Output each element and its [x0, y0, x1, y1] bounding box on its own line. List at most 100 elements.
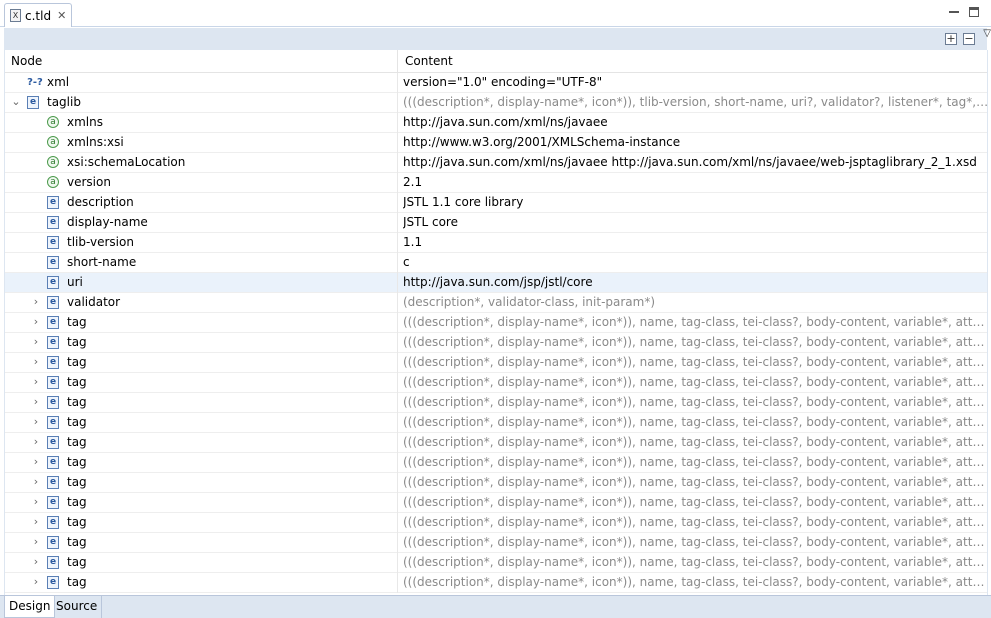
- tree-row[interactable]: a xsi:schemaLocation http://java.sun.com/x…: [5, 153, 987, 173]
- tree-node-cell: e short-name: [5, 253, 398, 273]
- tree-node-label: tag: [67, 555, 87, 569]
- tree-content-cell[interactable]: (((description*, display-name*, icon*)),…: [403, 553, 987, 573]
- chevron-right-icon[interactable]: ›: [31, 416, 41, 428]
- view-menu-icon[interactable]: ▽: [983, 28, 991, 39]
- tree-content-cell[interactable]: (((description*, display-name*, icon*)),…: [403, 393, 987, 413]
- tree-row[interactable]: › e tag (((description*, display-name*, ico…: [5, 553, 987, 573]
- tree-content-cell[interactable]: (((description*, display-name*, icon*)),…: [403, 573, 987, 593]
- tree-node-cell: › e tag: [5, 473, 398, 493]
- chevron-right-icon[interactable]: ›: [31, 516, 41, 528]
- tree-row[interactable]: e short-name c: [5, 253, 987, 273]
- tree-row[interactable]: › e tag (((description*, display-name*, ico…: [5, 333, 987, 353]
- tree-row[interactable]: e uri http://java.sun.com/jsp/jstl/core: [5, 273, 987, 293]
- column-header-content[interactable]: Content: [399, 50, 987, 73]
- element-icon: e: [47, 536, 59, 549]
- tab-design[interactable]: Design: [4, 596, 56, 618]
- tree-row[interactable]: › e tag (((description*, display-name*, ico…: [5, 313, 987, 333]
- tree-content-cell[interactable]: (((description*, display-name*, icon*)),…: [403, 533, 987, 553]
- tree-content-cell[interactable]: http://java.sun.com/jsp/jstl/core: [403, 273, 987, 293]
- tree-content-cell[interactable]: (((description*, display-name*, icon*)),…: [403, 313, 987, 333]
- tree-row[interactable]: › e tag (((description*, display-name*, ico…: [5, 453, 987, 473]
- element-icon: e: [47, 516, 59, 529]
- tree-row[interactable]: e description JSTL 1.1 core library: [5, 193, 987, 213]
- tree-content-cell[interactable]: (((description*, display-name*, icon*)),…: [403, 373, 987, 393]
- tree-row[interactable]: › e tag (((description*, display-name*, ico…: [5, 493, 987, 513]
- chevron-right-icon[interactable]: ›: [31, 336, 41, 348]
- tree-node-cell: e tlib-version: [5, 233, 398, 253]
- tree-row[interactable]: a version 2.1: [5, 173, 987, 193]
- chevron-right-icon[interactable]: ›: [31, 396, 41, 408]
- tree-node-cell: › e tag: [5, 313, 398, 333]
- tree-row[interactable]: › e tag (((description*, display-name*, ico…: [5, 353, 987, 373]
- tree-content-cell[interactable]: (description*, validator-class, init-par…: [403, 293, 987, 313]
- element-icon: e: [47, 256, 59, 269]
- tree-content-cell[interactable]: http://java.sun.com/xml/ns/javaee http:/…: [403, 153, 987, 173]
- tree-content-cell[interactable]: (((description*, display-name*, icon*)),…: [403, 413, 987, 433]
- element-icon: e: [47, 396, 59, 409]
- element-icon: e: [47, 296, 59, 309]
- tree-content-cell[interactable]: (((description*, display-name*, icon*)),…: [403, 93, 987, 113]
- tree-row[interactable]: › e tag (((description*, display-name*, ico…: [5, 433, 987, 453]
- expand-all-icon[interactable]: +: [945, 33, 957, 45]
- tree-content-cell[interactable]: (((description*, display-name*, icon*)),…: [403, 333, 987, 353]
- tree-row[interactable]: › e tag (((description*, display-name*, ico…: [5, 373, 987, 393]
- processing-instruction-icon: ?-?: [27, 77, 43, 88]
- tree-node-cell: › e tag: [5, 533, 398, 553]
- editor-tab-c-tld[interactable]: X c.tld ✕: [4, 3, 72, 27]
- tree-row[interactable]: › e tag (((description*, display-name*, ico…: [5, 533, 987, 553]
- tree-content-cell[interactable]: http://java.sun.com/xml/ns/javaee: [403, 113, 987, 133]
- chevron-right-icon[interactable]: ›: [31, 456, 41, 468]
- tree-content-cell[interactable]: (((description*, display-name*, icon*)),…: [403, 473, 987, 493]
- tree-row[interactable]: a xmlns http://java.sun.com/xml/ns/javaee: [5, 113, 987, 133]
- tree-row[interactable]: › e tag (((description*, display-name*, ico…: [5, 513, 987, 533]
- tree-node-cell: a xmlns:xsi: [5, 133, 398, 153]
- tree-row[interactable]: › e tag (((description*, display-name*, ico…: [5, 473, 987, 493]
- tree-content-cell[interactable]: (((description*, display-name*, icon*)),…: [403, 513, 987, 533]
- tree-row[interactable]: a xmlns:xsi http://www.w3.org/2001/XMLSche…: [5, 133, 987, 153]
- tree-row[interactable]: ⌄ e taglib (((description*, display-name*, …: [5, 93, 987, 113]
- chevron-right-icon[interactable]: ›: [31, 556, 41, 568]
- tree-content-cell[interactable]: (((description*, display-name*, icon*)),…: [403, 353, 987, 373]
- tab-source[interactable]: Source: [52, 596, 103, 618]
- tree-row[interactable]: › e tag (((description*, display-name*, ico…: [5, 573, 987, 593]
- tree-node-cell: › e tag: [5, 333, 398, 353]
- chevron-right-icon[interactable]: ›: [31, 496, 41, 508]
- tree-row[interactable]: e display-name JSTL core: [5, 213, 987, 233]
- collapse-all-icon[interactable]: −: [963, 33, 975, 45]
- tree-content-cell[interactable]: c: [403, 253, 987, 273]
- tree-row[interactable]: e tlib-version 1.1: [5, 233, 987, 253]
- tree-row[interactable]: › e validator (description*, validator-clas…: [5, 293, 987, 313]
- tree-content-cell[interactable]: JSTL core: [403, 213, 987, 233]
- chevron-right-icon[interactable]: ›: [31, 536, 41, 548]
- maximize-icon[interactable]: [969, 7, 979, 17]
- editor-tab-label: c.tld: [25, 8, 52, 23]
- chevron-right-icon[interactable]: ›: [31, 376, 41, 388]
- column-header-node[interactable]: Node: [5, 50, 398, 73]
- tree-content-cell[interactable]: JSTL 1.1 core library: [403, 193, 987, 213]
- tree-node-cell: › e tag: [5, 413, 398, 433]
- tree-content-cell[interactable]: (((description*, display-name*, icon*)),…: [403, 433, 987, 453]
- chevron-right-icon[interactable]: ›: [31, 576, 41, 588]
- tree-content-cell[interactable]: version="1.0" encoding="UTF-8": [403, 73, 987, 93]
- chevron-right-icon[interactable]: ›: [31, 356, 41, 368]
- tree-row[interactable]: › e tag (((description*, display-name*, ico…: [5, 413, 987, 433]
- chevron-right-icon[interactable]: ›: [31, 436, 41, 448]
- minimize-icon[interactable]: [949, 7, 959, 13]
- chevron-down-icon[interactable]: ⌄: [11, 96, 21, 108]
- tree-row[interactable]: › e tag (((description*, display-name*, ico…: [5, 393, 987, 413]
- chevron-right-icon[interactable]: ›: [31, 296, 41, 308]
- tree-node-cell: e display-name: [5, 213, 398, 233]
- tree-content-cell[interactable]: (((description*, display-name*, icon*)),…: [403, 493, 987, 513]
- tree-content-cell[interactable]: (((description*, display-name*, icon*)),…: [403, 453, 987, 473]
- tree-content-cell[interactable]: 2.1: [403, 173, 987, 193]
- tree-node-label: tag: [67, 355, 87, 369]
- xml-file-icon: X: [10, 9, 21, 22]
- tree-row[interactable]: ?-? xml version="1.0" encoding="UTF-8": [5, 73, 987, 93]
- close-icon[interactable]: ✕: [57, 9, 66, 22]
- chevron-right-icon[interactable]: ›: [31, 476, 41, 488]
- chevron-right-icon[interactable]: ›: [31, 316, 41, 328]
- element-icon: e: [47, 356, 59, 369]
- element-icon: e: [47, 276, 59, 289]
- tree-content-cell[interactable]: http://www.w3.org/2001/XMLSchema-instanc…: [403, 133, 987, 153]
- tree-content-cell[interactable]: 1.1: [403, 233, 987, 253]
